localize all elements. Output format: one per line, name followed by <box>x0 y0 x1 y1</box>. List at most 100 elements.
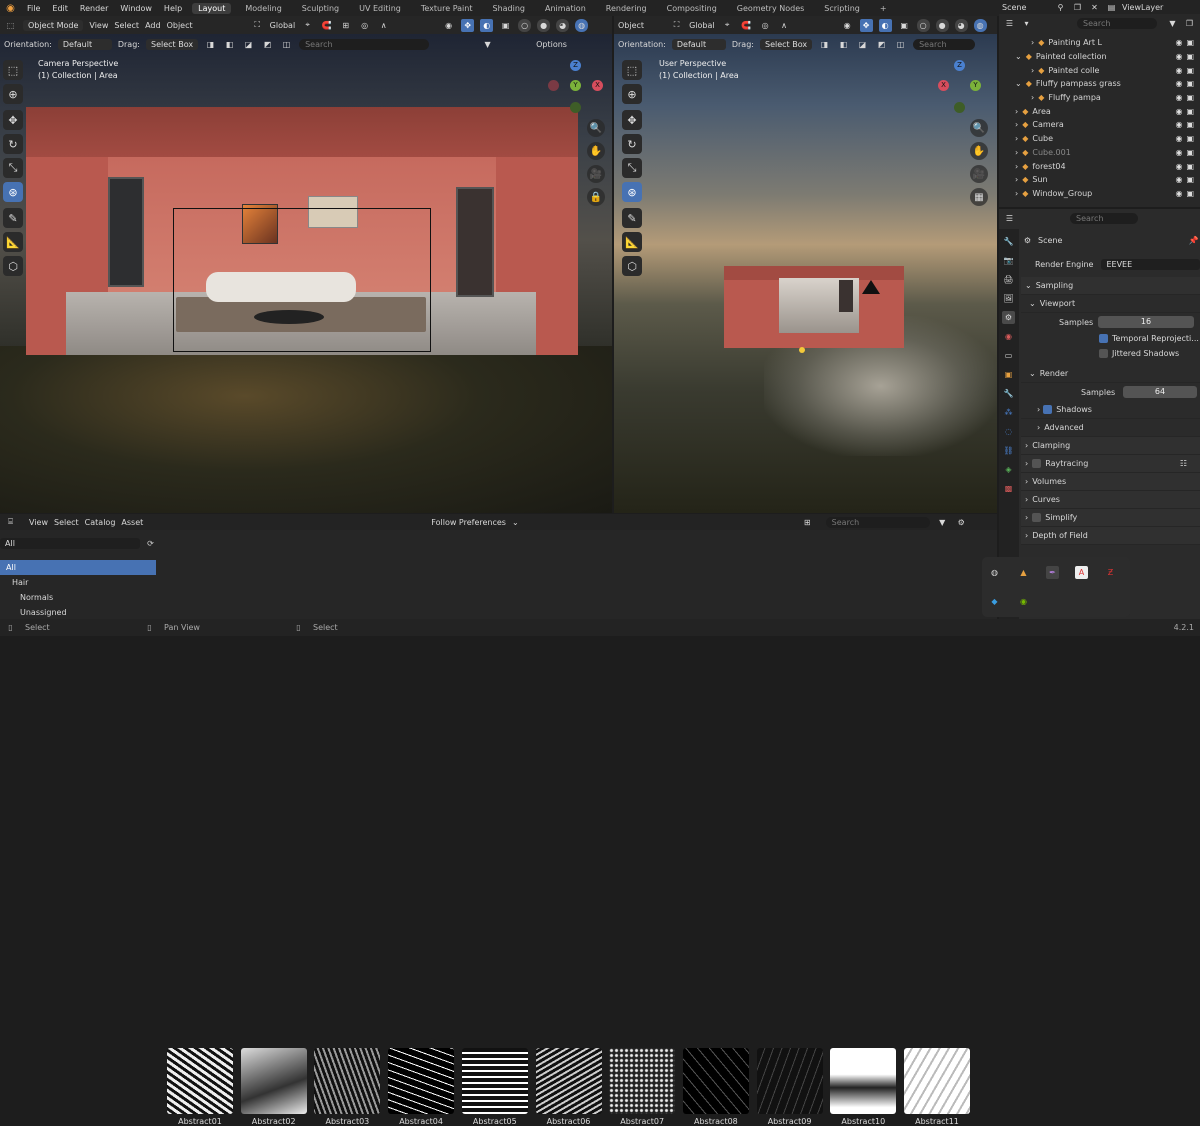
eye-icon[interactable]: ◉ <box>1175 93 1182 102</box>
menu-window[interactable]: Window <box>118 4 154 13</box>
viewport-samples-field[interactable]: 16 <box>1098 316 1194 328</box>
new-scene-icon[interactable]: ❐ <box>1071 1 1084 14</box>
gizmo-x-axis-right[interactable]: X <box>938 80 949 91</box>
menu-catalog[interactable]: Catalog <box>85 518 116 527</box>
menu-view[interactable]: View <box>29 518 48 527</box>
expand-arrow-icon[interactable]: › <box>1015 134 1018 143</box>
catalog-item[interactable]: Unassigned <box>0 605 156 620</box>
add-cube-tool-icon-right[interactable]: ⬡ <box>622 256 642 276</box>
outliner-row[interactable]: › ◆ Window_Group ◉ ▣ <box>999 187 1200 201</box>
render-visibility-icon[interactable]: ▣ <box>1186 93 1194 102</box>
eye-icon[interactable]: ◉ <box>1175 79 1182 88</box>
outliner-row[interactable]: › ◆ Fluffy pampa ◉ ▣ <box>999 91 1200 105</box>
zoom-icon-right[interactable]: 🔍 <box>970 119 988 137</box>
collection-tab-icon[interactable]: ▭ <box>1002 349 1015 362</box>
scale-tool-icon-right[interactable]: ⤡ <box>622 158 642 178</box>
eye-icon[interactable]: ◉ <box>1175 66 1182 75</box>
catalog-item[interactable]: Hair <box>0 575 156 590</box>
select-mode-new-icon[interactable]: ◨ <box>204 38 217 51</box>
select-mode-subtract-icon[interactable]: ◪ <box>242 38 255 51</box>
select-tool-icon[interactable]: ⬚ <box>3 60 23 80</box>
asset-thumbnail[interactable] <box>904 1048 970 1114</box>
transform-tool-icon[interactable]: ⊛ <box>3 182 23 202</box>
render-visibility-icon[interactable]: ▣ <box>1186 189 1194 198</box>
shading-wire-icon[interactable]: ○ <box>518 18 532 32</box>
render-visibility-icon[interactable]: ▣ <box>1186 38 1194 47</box>
add-workspace-button[interactable]: + <box>874 3 893 14</box>
render-visibility-icon[interactable]: ▣ <box>1186 175 1194 184</box>
modifier-tab-icon[interactable]: 🔧 <box>1002 387 1015 400</box>
shading-rendered-icon[interactable]: ◍ <box>575 18 589 32</box>
jittered-shadows-row[interactable]: Jittered Shadows <box>1021 346 1200 361</box>
ortho-grid-icon-right[interactable]: ▦ <box>970 188 988 206</box>
eye-icon[interactable]: ◉ <box>1175 107 1182 116</box>
editor-type-icon[interactable]: ⬚ <box>4 19 17 32</box>
shading-rendered-icon-right[interactable]: ◍ <box>973 18 987 32</box>
asset-thumbnail[interactable] <box>461 1048 528 1114</box>
asset-thumbnail[interactable] <box>314 1048 381 1114</box>
select-mode-extend-icon-right[interactable]: ◧ <box>837 38 850 51</box>
pin-icon[interactable]: ⚲ <box>1054 1 1067 14</box>
constraints-tab-icon[interactable]: ⛓ <box>1002 444 1015 457</box>
catalog-item[interactable]: Normals <box>0 590 156 605</box>
snap-icon-right[interactable]: 🧲 <box>740 19 753 32</box>
expand-arrow-icon[interactable]: ⌄ <box>1015 52 1022 61</box>
viewport-camera[interactable]: ⬚ Object Mode View Select Add Object ⛶ G… <box>0 16 612 513</box>
outliner-row[interactable]: ⌄ ◆ Fluffy pampass grass ◉ ▣ <box>999 77 1200 91</box>
adobe-icon[interactable]: A <box>1075 566 1088 579</box>
select-mode-intersect-icon-right[interactable]: ◫ <box>894 38 907 51</box>
add-cube-tool-icon[interactable]: ⬡ <box>3 256 23 276</box>
shading-solid-icon[interactable]: ● <box>537 18 551 32</box>
pin-icon[interactable]: 📌 <box>1187 234 1200 247</box>
rotate-tool-icon-right[interactable]: ↻ <box>622 134 642 154</box>
asset-thumbnail[interactable] <box>388 1048 455 1114</box>
data-tab-icon[interactable]: ◈ <box>1002 463 1015 476</box>
camera-view-icon-right[interactable]: 🎥 <box>970 165 988 183</box>
raytracing-checkbox[interactable] <box>1032 459 1042 468</box>
pivot-icon-right[interactable]: ⌖ <box>721 19 734 32</box>
mode-dropdown[interactable]: Object Mode <box>23 19 84 31</box>
menu-file[interactable]: File <box>25 4 42 13</box>
blue-app-icon[interactable]: ◆ <box>988 595 1001 608</box>
menu-asset[interactable]: Asset <box>121 518 143 527</box>
gizmo-neg-y[interactable] <box>570 102 581 113</box>
feather-brush-icon[interactable]: ✒ <box>1046 566 1059 579</box>
blender-logo-icon[interactable]: ◉ <box>4 2 17 15</box>
nvidia-icon[interactable]: ◉ <box>1017 595 1030 608</box>
eye-icon[interactable]: ◉ <box>1175 134 1182 143</box>
menu-select[interactable]: Select <box>54 518 79 527</box>
shading-material-icon-right[interactable]: ◕ <box>954 18 968 32</box>
move-tool-icon-right[interactable]: ✥ <box>622 110 642 130</box>
gizmo-toggle-icon[interactable]: ✥ <box>461 18 475 32</box>
display-mode-icon[interactable]: ▾ <box>1020 17 1033 30</box>
annotate-tool-icon[interactable]: ✎ <box>3 208 23 228</box>
viewport-subpanel-header[interactable]: ⌄ Viewport <box>1021 295 1200 313</box>
scene-name[interactable]: Scene <box>1002 3 1050 12</box>
gizmo-neg-y-right[interactable] <box>954 102 965 113</box>
tab-scripting[interactable]: Scripting <box>818 3 866 14</box>
menu-render[interactable]: Render <box>78 4 110 13</box>
depth-of-field-panel-header[interactable]: › Depth of Field <box>1021 527 1200 545</box>
tab-texture-paint[interactable]: Texture Paint <box>415 3 479 14</box>
properties-search-input[interactable]: Search <box>1070 212 1138 224</box>
outliner-row[interactable]: › ◆ Cube.001 ◉ ▣ <box>999 146 1200 160</box>
expand-arrow-icon[interactable]: ⌄ <box>1015 79 1022 88</box>
outliner-row[interactable]: › ◆ Camera ◉ ▣ <box>999 118 1200 132</box>
outliner-row[interactable]: › ◆ Cube ◉ ▣ <box>999 132 1200 146</box>
scene-tab-icon[interactable]: ⚙ <box>1002 311 1015 324</box>
tab-shading[interactable]: Shading <box>486 3 531 14</box>
snap-target-icon[interactable]: ⊞ <box>339 19 352 32</box>
eye-icon[interactable]: ◉ <box>1175 52 1182 61</box>
advanced-subpanel-header[interactable]: › Advanced <box>1021 419 1200 437</box>
outliner-type-icon[interactable]: ☰ <box>1003 17 1016 30</box>
sampling-panel-header[interactable]: ⌄ Sampling <box>1021 277 1200 295</box>
temporal-reprojection-row[interactable]: Temporal Reprojecti... <box>1021 331 1200 346</box>
select-mode-intersect-icon[interactable]: ◫ <box>280 38 293 51</box>
eye-icon[interactable]: ◉ <box>1175 120 1182 129</box>
render-visibility-icon[interactable]: ▣ <box>1186 66 1194 75</box>
particles-tab-icon[interactable]: ⁂ <box>1002 406 1015 419</box>
curves-panel-header[interactable]: › Curves <box>1021 491 1200 509</box>
texture-tab-icon[interactable]: ▩ <box>1002 482 1015 495</box>
simplify-panel-header[interactable]: › Simplify <box>1021 509 1200 527</box>
render-visibility-icon[interactable]: ▣ <box>1186 134 1194 143</box>
